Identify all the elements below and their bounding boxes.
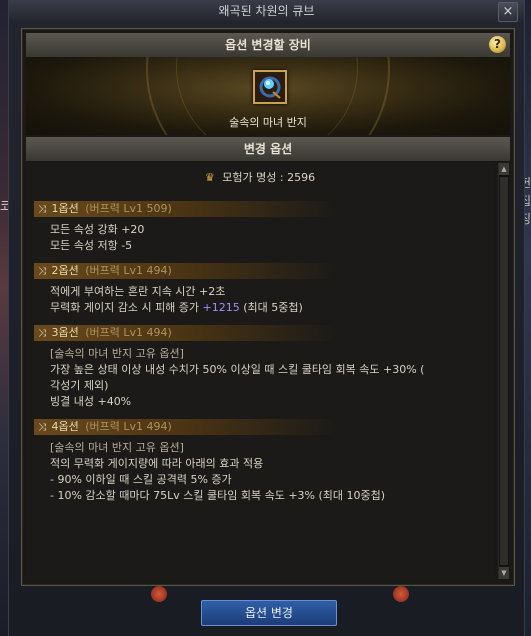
option-2-header: ⤨ 2옵션 (버프력 Lv1 494)	[34, 263, 338, 279]
option-4-line-2: 적의 무력화 게이지량에 따라 아래의 효과 적용	[50, 457, 264, 470]
shuffle-icon: ⤨	[38, 422, 46, 433]
option-3-line-1: [술속의 마녀 반지 고유 옵션]	[50, 347, 184, 360]
option-2-line-2-prefix: 무력화 게이지 감소 시 피해 증가	[50, 301, 203, 314]
option-4-line-4: - 10% 감소할 때마다 75Lv 스킬 쿨타임 회복 속도 +3% (최대 …	[50, 489, 386, 502]
option-3-line-4: 빙결 내성 +40%	[50, 395, 132, 408]
option-2-line-2-value: +1215	[202, 301, 240, 314]
item-display: 술속의 마녀 반지	[26, 57, 510, 135]
option-2-line-1: 적에게 부여하는 혼란 지속 시간 +2초	[50, 285, 226, 298]
option-2-title: 2옵션	[51, 264, 79, 277]
scroll-up-icon[interactable]: ▲	[499, 163, 509, 175]
option-4-header: ⤨ 4옵션 (버프력 Lv1 494)	[34, 419, 338, 435]
options-section-header: 변경 옵션	[26, 137, 510, 161]
option-2-tag: (버프력 Lv1 494)	[85, 264, 172, 277]
option-2-line-2-suffix: (최대 5중첩)	[239, 301, 303, 314]
equip-section-title: 옵션 변경할 장비	[225, 38, 311, 52]
option-3-line-3: 각성기 제외)	[50, 379, 109, 392]
close-icon: ×	[502, 4, 514, 19]
shuffle-icon: ⤨	[38, 266, 46, 277]
option-3-line-2: 가장 높은 상태 이상 내성 수치가 50% 이상일 때 스킬 쿨타임 회복 속…	[50, 363, 425, 376]
option-3-header: ⤨ 3옵션 (버프력 Lv1 494)	[34, 325, 338, 341]
options-section-title: 변경 옵션	[243, 142, 293, 156]
options-content: ♛ 모험가 명성 : 2596 ⤨ 1옵션 (버프력 Lv1 509) 모든 속…	[26, 163, 494, 579]
flower-decoration-right	[393, 586, 409, 602]
close-button[interactable]: ×	[498, 2, 518, 22]
cube-window: 왜곡된 차원의 큐브 × 옵션 변경할 장비 ? 술속의 마녀 반지 변경 옵션…	[8, 0, 525, 636]
option-1-line-2: 모든 속성 저항 -5	[50, 239, 133, 252]
shuffle-icon: ⤨	[38, 204, 46, 215]
option-1-tag: (버프력 Lv1 509)	[85, 202, 172, 215]
option-4-title: 4옵션	[51, 420, 79, 433]
main-panel: 옵션 변경할 장비 ? 술속의 마녀 반지 변경 옵션 ♛ 모험가 명성: 2…	[21, 28, 515, 586]
option-2-line-2: 무력화 게이지 감소 시 피해 증가 +1215 (최대 5중첩)	[50, 299, 303, 315]
window-title: 왜곡된 차원의 큐브	[218, 4, 315, 18]
shuffle-icon: ⤨	[38, 328, 46, 339]
ring-icon[interactable]	[253, 70, 287, 104]
change-option-button[interactable]: 옵션 변경	[201, 600, 337, 626]
option-4-line-3: - 90% 이하일 때 스킬 공격력 5% 증가	[50, 473, 232, 486]
crown-icon: ♛	[204, 171, 215, 184]
fame-row: ♛ 모험가 명성 : 2596	[26, 169, 494, 185]
help-icon: ?	[494, 37, 501, 51]
window-titlebar[interactable]: 왜곡된 차원의 큐브 ×	[9, 0, 524, 22]
option-4-line-1: [술속의 마녀 반지 고유 옵션]	[50, 441, 184, 454]
option-3-tag: (버프력 Lv1 494)	[85, 326, 172, 339]
item-name: 술속의 마녀 반지	[229, 116, 307, 129]
option-3-title: 3옵션	[51, 326, 79, 339]
scroll-down-icon[interactable]: ▼	[499, 567, 509, 579]
option-1-header: ⤨ 1옵션 (버프력 Lv1 509)	[34, 201, 338, 217]
option-4-tag: (버프력 Lv1 494)	[85, 420, 172, 433]
option-1-title: 1옵션	[51, 202, 79, 215]
scrollbar-thumb[interactable]	[500, 177, 508, 565]
equip-section-header: 옵션 변경할 장비 ?	[26, 33, 510, 58]
option-1-line-1: 모든 속성 강화 +20	[50, 223, 145, 236]
help-button[interactable]: ?	[489, 36, 506, 53]
change-option-label: 옵션 변경	[245, 606, 293, 620]
options-scrollbar[interactable]: ▲ ▼	[498, 163, 509, 579]
fame-label: 모험가 명성 : 2596	[222, 171, 316, 184]
flower-decoration-left	[151, 586, 167, 602]
